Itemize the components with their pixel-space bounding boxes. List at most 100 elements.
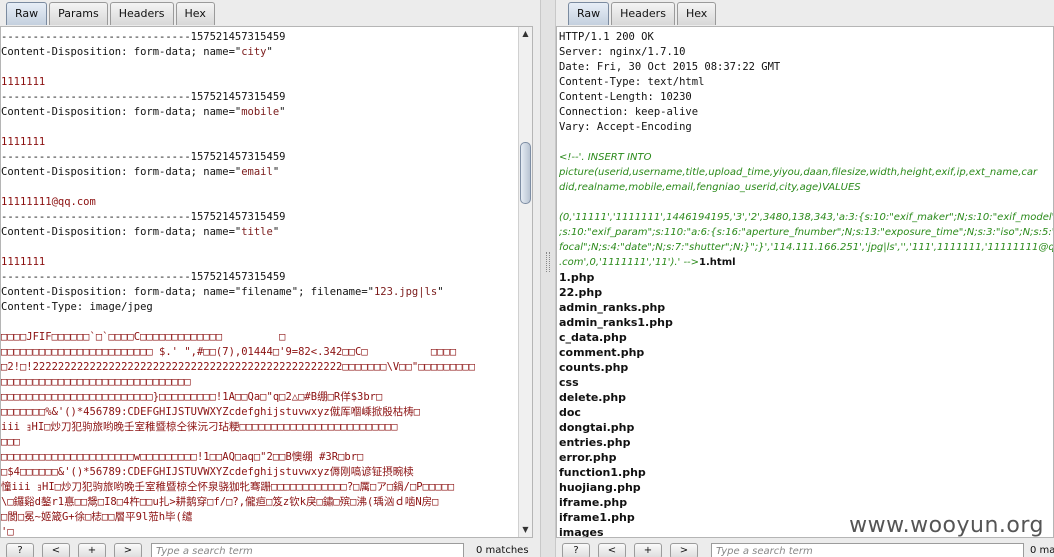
text-line: error.php xyxy=(559,451,617,464)
text-line: <!--'. INSERT INTO xyxy=(559,152,652,163)
text-line: Connection: keep-alive xyxy=(559,106,699,118)
response-editor[interactable]: HTTP/1.1 200 OK Server: nginx/1.7.10 Date:… xyxy=(556,26,1054,538)
text-line: 1.php xyxy=(559,271,595,284)
text-line: function1.php xyxy=(559,466,646,479)
tab-params[interactable]: Params xyxy=(49,2,108,25)
request-pane: Raw Params Headers Hex -----------------… xyxy=(0,0,540,557)
text-line: □□□□□□□□□□□□□□□□□□□□□w□□□□□□□□□!1□□AQ□aq… xyxy=(1,451,364,463)
pane-divider[interactable] xyxy=(540,0,556,557)
text-line: HTTP/1.1 200 OK xyxy=(559,31,654,43)
text-line: ------------------------------1575214573… xyxy=(1,31,286,43)
text-line: 憧iii ｮHI□炒刀犯驹旅哟晚壬室稚暨椋仝怀泉骁㹢牝骞跚□□□□□□□□□□□… xyxy=(1,481,455,493)
text-line: focal";N;s:4:"date";N;s:7:"shutter";N;}"… xyxy=(559,242,1054,253)
text-line: Content-Disposition: form-data; name="ti… xyxy=(1,226,280,238)
tab-headers[interactable]: Headers xyxy=(109,2,174,25)
text-line: delete.php xyxy=(559,391,627,404)
text-line: 11111111@qq.com xyxy=(1,196,96,208)
text-line: Content-Type: text/html xyxy=(559,76,705,88)
text-line: Content-Length: 10230 xyxy=(559,91,692,103)
request-match-count: 0 matches xyxy=(476,545,529,556)
previous-match-button[interactable]: < xyxy=(42,543,70,557)
previous-match-button[interactable]: < xyxy=(598,543,626,557)
scrollbar-thumb[interactable] xyxy=(520,142,531,204)
help-button[interactable]: ? xyxy=(6,543,34,557)
text-line: c_data.php xyxy=(559,331,627,344)
text-line xyxy=(1,180,475,195)
text-line: iii ｮHI□炒刀犯驹旅哟晚壬室稚暨椋仝徕沅刁玷粳□□□□□□□□□□□□□□… xyxy=(1,421,398,433)
text-line: ------------------------------1575214573… xyxy=(1,91,286,103)
text-line: doc xyxy=(559,406,581,419)
text-line: Content-Type: image/jpeg xyxy=(1,301,153,313)
request-search-input[interactable] xyxy=(151,543,464,557)
text-line xyxy=(1,120,475,135)
text-line: css xyxy=(559,376,579,389)
text-line: Vary: Accept-Encoding xyxy=(559,121,692,133)
text-line: iframe.php xyxy=(559,496,628,509)
text-line: □閬□冕~姬箴G+徐□梽□□層平9l蒞h毕(缱 xyxy=(1,511,193,523)
watermark: www.wooyun.org xyxy=(849,513,1044,538)
text-line: dongtai.php xyxy=(559,421,635,434)
text-line: □□□□JFIF□□□□□□`□`□□□□C□□□□□□□□□□□□□ □ xyxy=(1,331,286,343)
text-line: Content-Disposition: form-data; name="em… xyxy=(1,166,280,178)
text-line: Content-Disposition: form-data; name="fi… xyxy=(1,286,444,298)
request-tabs: Raw Params Headers Hex xyxy=(6,2,217,26)
scroll-up-icon[interactable]: ▲ xyxy=(519,27,532,41)
request-text: ------------------------------1575214573… xyxy=(1,30,476,538)
text-line: Content-Disposition: form-data; name="mo… xyxy=(1,106,286,118)
text-line: did,realname,mobile,email,fengniao_useri… xyxy=(559,182,861,193)
text-line: (0,'11111','1111111',1446194195,'3','2',… xyxy=(559,212,1054,223)
response-pane: Raw Headers Hex HTTP/1.1 200 OK Server: n… xyxy=(556,0,1054,557)
text-line: counts.php xyxy=(559,361,629,374)
text-line: Content-Disposition: form-data; name="ci… xyxy=(1,46,273,58)
text-line: admin_ranks1.php xyxy=(559,316,673,329)
scroll-down-icon[interactable]: ▼ xyxy=(519,523,532,537)
text-line: 1111111 xyxy=(1,136,46,148)
tab-hex[interactable]: Hex xyxy=(676,2,717,25)
text-line: admin_ranks.php xyxy=(559,301,666,314)
text-line: □$4□□□□□□&'()*56789:CDEFGHIJSTUVWXYZcdef… xyxy=(1,466,414,478)
add-button[interactable]: + xyxy=(634,543,662,557)
text-line: 1111111 xyxy=(1,76,46,88)
text-line xyxy=(1,60,475,75)
tab-raw[interactable]: Raw xyxy=(6,2,48,25)
response-text: HTTP/1.1 200 OK Server: nginx/1.7.10 Date:… xyxy=(559,30,1054,537)
request-scrollbar[interactable]: ▲ ▼ xyxy=(518,27,532,537)
text-line: ------------------------------1575214573… xyxy=(1,151,286,163)
tab-headers[interactable]: Headers xyxy=(611,2,675,25)
text-line: ------------------------------1575214573… xyxy=(1,211,286,223)
text-line: huojiang.php xyxy=(559,481,641,494)
text-line: '□ xyxy=(1,526,14,538)
text-line: comment.php xyxy=(559,346,645,359)
text-line: ;s:10:"exif_param";s:110:"a:6:{s:16:"ape… xyxy=(559,227,1054,238)
add-button[interactable]: + xyxy=(78,543,106,557)
tab-raw[interactable]: Raw xyxy=(568,2,610,25)
text-line: □□□ xyxy=(1,436,20,448)
text-line: □□□□□□□%&'()*456789:CDEFGHIJSTUVWXYZcdef… xyxy=(1,406,421,418)
text-line: Server: nginx/1.7.10 xyxy=(559,46,686,58)
text-line xyxy=(1,315,475,330)
text-line xyxy=(559,195,1053,210)
text-line: .com',0,'1111111','11').' -->1.html xyxy=(559,257,736,268)
text-line: □2!□!22222222222222222222222222222222222… xyxy=(1,361,476,373)
response-tabs: Raw Headers Hex xyxy=(568,2,718,26)
divider-grip-icon[interactable] xyxy=(546,252,550,272)
request-editor[interactable]: ------------------------------1575214573… xyxy=(0,26,533,538)
text-line: picture(userid,username,title,upload_tim… xyxy=(559,167,1038,178)
text-line: entries.php xyxy=(559,436,631,449)
text-line: □□□□□□□□□□□□□□□□□□□□□□□□□□□□□□ xyxy=(1,376,191,388)
text-line xyxy=(1,240,475,255)
tab-hex[interactable]: Hex xyxy=(175,2,215,25)
next-match-button[interactable]: > xyxy=(670,543,698,557)
text-line: □□□□□□□□□□□□□□□□□□□□□□□□}□□□□□□□□□!1A□□Q… xyxy=(1,391,383,403)
response-search-input[interactable] xyxy=(711,543,1024,557)
response-search-bar: ? < + > 0 ma xyxy=(556,541,1054,557)
text-line: □□□□□□□□□□□□□□□□□□□□□□□□ $.' ",#□□(7),01… xyxy=(1,346,457,358)
next-match-button[interactable]: > xyxy=(114,543,142,557)
help-button[interactable]: ? xyxy=(562,543,590,557)
text-line xyxy=(559,135,1053,150)
response-match-count: 0 ma xyxy=(1030,545,1054,556)
text-line: 1111111 xyxy=(1,256,46,268)
text-line: Date: Fri, 30 Oct 2015 08:37:22 GMT xyxy=(559,61,781,73)
text-line: 22.php xyxy=(559,286,603,299)
request-search-bar: ? < + > 0 matches xyxy=(0,541,540,557)
